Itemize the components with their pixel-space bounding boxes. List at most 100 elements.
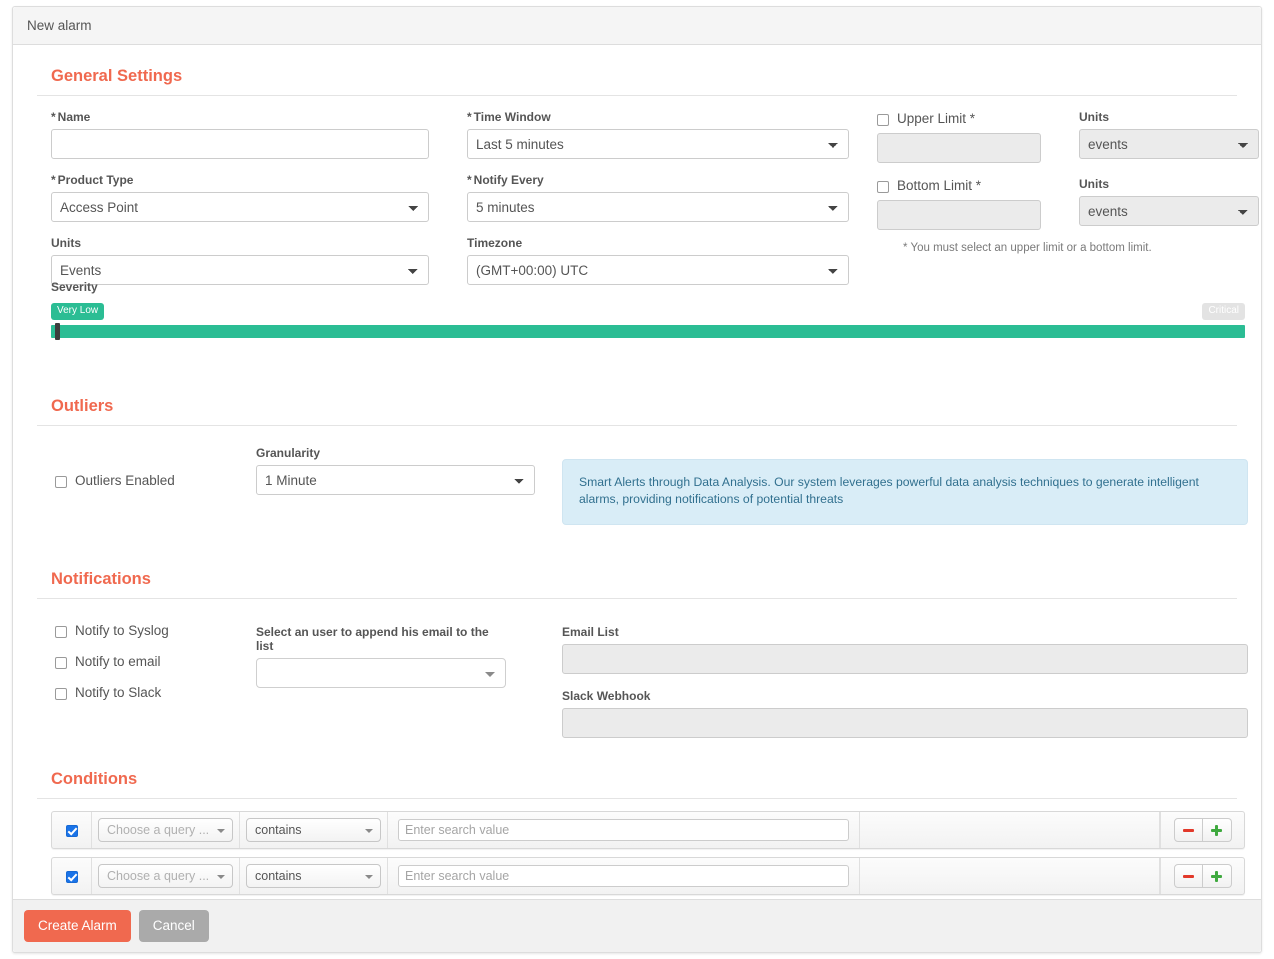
notify-slack-checkbox[interactable] xyxy=(55,688,67,700)
table-row: Choose a query ... contains xyxy=(51,857,1245,895)
field-upper-limit-units: Units events xyxy=(1079,110,1259,163)
upper-limit-units-select[interactable]: events xyxy=(1079,129,1259,159)
notify-every-select[interactable]: 5 minutes xyxy=(467,192,849,222)
remove-condition-button[interactable] xyxy=(1173,864,1203,888)
field-timezone: Timezone (GMT+00:00) UTC xyxy=(467,236,849,285)
bottom-limit-row: Bottom Limit * Units events xyxy=(877,177,1259,230)
gs-column-1: *Name *Product Type Access Point Units xyxy=(51,110,429,285)
condition-query-select[interactable]: Choose a query ... xyxy=(98,864,233,888)
severity-low-badge: Very Low xyxy=(51,303,105,320)
field-name: * Name xyxy=(51,110,429,159)
product-type-select[interactable]: Access Point xyxy=(51,192,429,222)
outliers-heading: Outliers xyxy=(51,397,114,415)
field-time-window: * Time Window Last 5 minutes xyxy=(467,110,849,159)
condition-enabled-cell xyxy=(52,812,92,848)
notify-slack-label: Notify to Slack xyxy=(75,685,162,700)
minus-icon xyxy=(1182,828,1194,832)
condition-operator-value: contains xyxy=(255,823,302,837)
bottom-limit-input[interactable] xyxy=(877,200,1041,230)
slack-webhook-input[interactable] xyxy=(562,708,1248,738)
upper-limit-units-label: Units xyxy=(1079,110,1109,124)
condition-enabled-checkbox[interactable] xyxy=(65,871,78,883)
upper-limit-check-row: Upper Limit * xyxy=(877,110,1041,128)
notify-email-checkbox[interactable] xyxy=(55,657,67,669)
condition-operator-select[interactable]: contains xyxy=(246,818,381,842)
field-bottom-limit-units: Units events xyxy=(1079,177,1259,230)
condition-enabled-checkbox[interactable] xyxy=(65,825,78,837)
field-email-list: Email List xyxy=(562,625,1248,674)
severity-handle[interactable] xyxy=(55,323,60,340)
chevron-down-icon xyxy=(217,829,225,833)
new-alarm-panel: New alarm General Settings * Name * Produc… xyxy=(12,6,1262,953)
create-alarm-button[interactable]: Create Alarm xyxy=(24,910,131,942)
table-row: Choose a query ... contains xyxy=(51,811,1245,849)
severity-badges: Very Low Critical xyxy=(51,303,1245,320)
severity-high-badge: Critical xyxy=(1202,303,1245,320)
upper-limit-row: Upper Limit * Units events xyxy=(877,110,1259,163)
condition-value-input[interactable] xyxy=(398,819,849,841)
condition-action-buttons xyxy=(1173,864,1232,888)
product-type-label-text: Product Type xyxy=(57,173,134,187)
notify-email-row: Notify to email xyxy=(55,653,169,671)
field-user-select: Select an user to append his email to th… xyxy=(256,625,506,688)
granularity-label: Granularity xyxy=(256,446,321,460)
section-outliers: Outliers Outliers Enabled Granularity 1 … xyxy=(13,375,1261,548)
time-window-select[interactable]: Last 5 minutes xyxy=(467,129,849,159)
condition-actions-cell xyxy=(1160,812,1244,848)
panel-header: New alarm xyxy=(13,7,1261,45)
email-list-label: Email List xyxy=(562,625,619,639)
add-condition-button[interactable] xyxy=(1202,818,1232,842)
condition-query-cell: Choose a query ... xyxy=(92,812,240,848)
field-severity: Severity Very Low Critical xyxy=(51,280,1245,340)
condition-spacer-cell xyxy=(860,812,1160,848)
name-label: * Name xyxy=(51,110,429,124)
notifications-grid: Notify to Syslog Notify to email Notify … xyxy=(37,599,1248,748)
cancel-button[interactable]: Cancel xyxy=(138,910,209,942)
condition-value-cell xyxy=(388,812,860,848)
time-window-label: * Time Window xyxy=(467,110,849,124)
outliers-enabled-checkbox[interactable] xyxy=(55,476,67,488)
condition-query-select[interactable]: Choose a query ... xyxy=(98,818,233,842)
bottom-limit-checkbox[interactable] xyxy=(877,181,889,193)
condition-enabled-cell xyxy=(52,858,92,894)
user-select-dropdown[interactable] xyxy=(256,658,506,688)
field-units-left: Units Events xyxy=(51,236,429,285)
outliers-grid: Outliers Enabled Granularity 1 Minute Sm… xyxy=(37,426,1248,548)
condition-query-cell: Choose a query ... xyxy=(92,858,240,894)
condition-spacer-cell xyxy=(860,858,1160,894)
bottom-limit-units-select[interactable]: events xyxy=(1079,196,1259,226)
remove-condition-button[interactable] xyxy=(1173,818,1203,842)
time-window-label-text: Time Window xyxy=(473,110,551,124)
notification-checkbox-list: Notify to Syslog Notify to email Notify … xyxy=(55,622,169,702)
notify-every-label: * Notify Every xyxy=(467,173,849,187)
condition-query-value: Choose a query ... xyxy=(107,869,210,883)
notify-syslog-checkbox[interactable] xyxy=(55,626,67,638)
upper-limit-input[interactable] xyxy=(877,133,1041,163)
condition-query-value: Choose a query ... xyxy=(107,823,210,837)
severity-slider[interactable]: Very Low Critical xyxy=(51,303,1245,340)
chevron-down-icon xyxy=(485,672,495,677)
section-general-settings: General Settings * Name * Product Type Acc… xyxy=(13,45,1261,375)
bottom-limit-units-label: Units xyxy=(1079,177,1109,191)
units-left-label: Units xyxy=(51,236,81,250)
gs-column-3: Upper Limit * Units events Bottom Limit … xyxy=(877,110,1259,256)
notifications-heading: Notifications xyxy=(51,570,151,588)
severity-track[interactable] xyxy=(51,323,1245,340)
page-title: New alarm xyxy=(27,18,92,33)
section-notifications: Notifications Notify to Syslog Notify to… xyxy=(13,548,1261,748)
add-condition-button[interactable] xyxy=(1202,864,1232,888)
name-input[interactable] xyxy=(51,129,429,159)
minus-icon xyxy=(1182,874,1194,878)
condition-operator-cell: contains xyxy=(240,858,388,894)
plus-icon xyxy=(1211,824,1222,836)
conditions-list: Choose a query ... contains Enter search… xyxy=(37,799,1245,895)
granularity-select[interactable]: 1 Minute xyxy=(256,465,535,495)
required-asterisk: * xyxy=(467,173,472,187)
condition-actions-cell xyxy=(1160,858,1244,894)
condition-value-input[interactable] xyxy=(398,865,849,887)
condition-operator-select[interactable]: contains xyxy=(246,864,381,888)
upper-limit-checkbox[interactable] xyxy=(877,114,889,126)
condition-operator-value: contains xyxy=(255,869,302,883)
bottom-limit-label: Bottom Limit * xyxy=(897,178,982,193)
email-list-input[interactable] xyxy=(562,644,1248,674)
